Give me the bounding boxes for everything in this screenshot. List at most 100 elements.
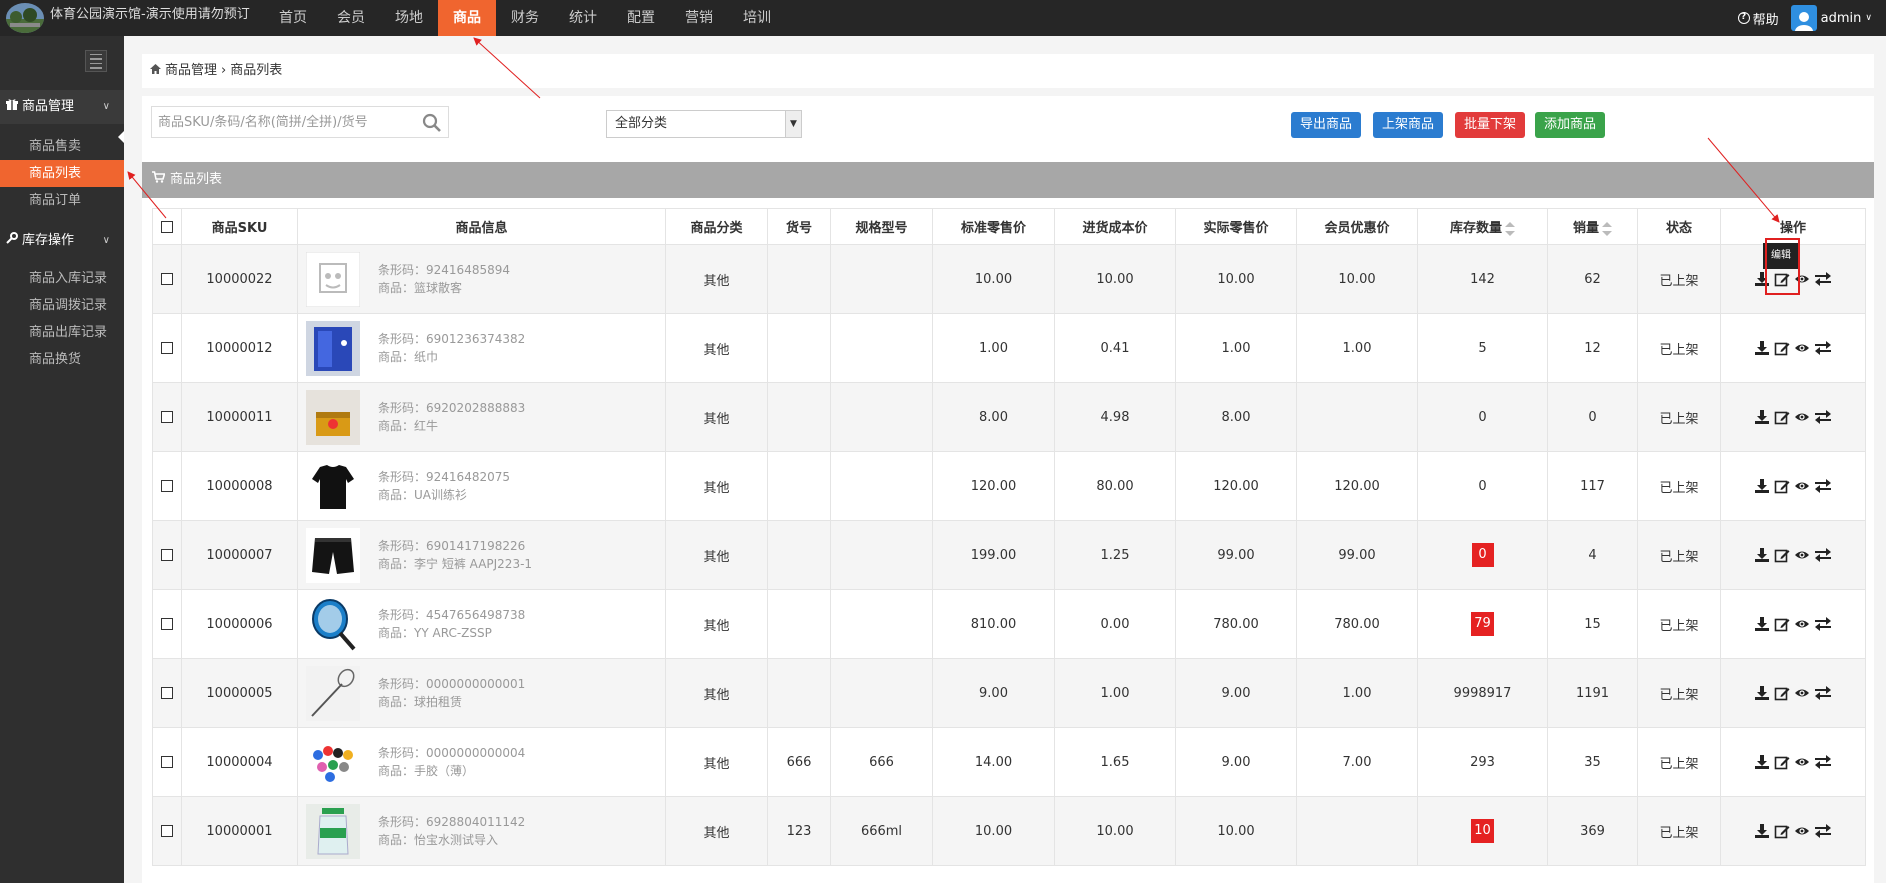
- edit-icon[interactable]: [1774, 823, 1790, 839]
- edit-icon[interactable]: [1774, 478, 1790, 494]
- nav-home[interactable]: 首页: [264, 0, 322, 36]
- search-icon[interactable]: [422, 113, 442, 133]
- product-thumbnail[interactable]: [306, 320, 360, 376]
- sidebar-group-inventory[interactable]: 库存操作 ∨: [0, 224, 124, 258]
- breadcrumb-root[interactable]: 商品管理: [165, 54, 217, 88]
- cell-spec: 666ml: [830, 796, 933, 866]
- stock-in-icon[interactable]: [1754, 616, 1770, 632]
- chevron-down-icon: ∨: [102, 101, 110, 112]
- sidebar-item-product-orders[interactable]: 商品订单: [0, 187, 124, 214]
- add-product-button[interactable]: 添加商品: [1535, 112, 1606, 138]
- sidebar-item-exchange[interactable]: 商品换货: [0, 346, 124, 373]
- row-checkbox[interactable]: [161, 480, 173, 492]
- view-icon[interactable]: [1794, 754, 1810, 770]
- search-input[interactable]: [152, 107, 412, 137]
- cell-retail-price: 1.00: [932, 313, 1055, 383]
- row-checkbox[interactable]: [161, 342, 173, 354]
- edit-icon[interactable]: [1774, 685, 1790, 701]
- sidebar-item-transfer[interactable]: 商品调拨记录: [0, 292, 124, 319]
- edit-icon[interactable]: [1774, 547, 1790, 563]
- stock-in-icon[interactable]: [1754, 823, 1770, 839]
- row-checkbox[interactable]: [161, 273, 173, 285]
- export-products-button[interactable]: 导出商品: [1291, 112, 1362, 138]
- stock-in-icon[interactable]: [1754, 685, 1770, 701]
- transfer-icon[interactable]: [1814, 616, 1832, 632]
- header-sales[interactable]: 销量: [1547, 208, 1638, 245]
- stock-in-icon[interactable]: [1754, 478, 1770, 494]
- cell-stock: 142: [1417, 244, 1548, 314]
- view-icon[interactable]: [1794, 616, 1810, 632]
- edit-icon[interactable]: [1774, 409, 1790, 425]
- product-barcode: 0000000000004: [426, 746, 526, 760]
- view-icon[interactable]: [1794, 823, 1810, 839]
- select-all-checkbox[interactable]: [161, 220, 173, 233]
- stock-in-icon[interactable]: [1754, 547, 1770, 563]
- nav-config[interactable]: 配置: [612, 0, 670, 36]
- row-checkbox[interactable]: [161, 618, 173, 630]
- nav-products[interactable]: 商品: [438, 0, 496, 36]
- view-icon[interactable]: [1794, 547, 1810, 563]
- cell-member-price: [1296, 796, 1418, 866]
- transfer-icon[interactable]: [1814, 478, 1832, 494]
- view-icon[interactable]: [1794, 409, 1810, 425]
- row-checkbox[interactable]: [161, 411, 173, 423]
- sidebar-group-product-management[interactable]: 商品管理 ∨: [0, 90, 124, 124]
- sidebar-item-stock-out[interactable]: 商品出库记录: [0, 319, 124, 346]
- view-icon[interactable]: [1794, 340, 1810, 356]
- stock-in-icon[interactable]: [1754, 340, 1770, 356]
- help-link[interactable]: ? 帮助: [1737, 9, 1779, 28]
- product-barcode: 4547656498738: [426, 608, 526, 622]
- row-checkbox[interactable]: [161, 825, 173, 837]
- transfer-icon[interactable]: [1814, 409, 1832, 425]
- sort-icon[interactable]: [1505, 221, 1515, 236]
- row-checkbox[interactable]: [161, 687, 173, 699]
- edit-icon[interactable]: [1774, 616, 1790, 632]
- transfer-icon[interactable]: [1814, 685, 1832, 701]
- nav-members[interactable]: 会员: [322, 0, 380, 36]
- stock-in-icon[interactable]: [1754, 754, 1770, 770]
- product-thumbnail[interactable]: [306, 251, 360, 307]
- cell-sales: 35: [1547, 727, 1638, 797]
- row-actions: [1721, 823, 1865, 839]
- batch-unshelve-button[interactable]: 批量下架: [1455, 112, 1526, 138]
- view-icon[interactable]: [1794, 478, 1810, 494]
- row-checkbox[interactable]: [161, 549, 173, 561]
- cell-actual-price: 8.00: [1175, 382, 1297, 452]
- nav-finance[interactable]: 财务: [496, 0, 554, 36]
- edit-icon[interactable]: [1774, 754, 1790, 770]
- product-thumbnail[interactable]: [306, 458, 360, 514]
- sidebar-item-product-list[interactable]: 商品列表: [0, 160, 124, 187]
- transfer-icon[interactable]: [1814, 340, 1832, 356]
- sort-icon[interactable]: [1602, 221, 1612, 236]
- edit-icon[interactable]: [1774, 340, 1790, 356]
- transfer-icon[interactable]: [1814, 547, 1832, 563]
- nav-marketing[interactable]: 营销: [670, 0, 728, 36]
- transfer-icon[interactable]: [1814, 271, 1832, 287]
- stock-in-icon[interactable]: [1754, 409, 1770, 425]
- transfer-icon[interactable]: [1814, 754, 1832, 770]
- product-thumbnail[interactable]: [306, 803, 360, 859]
- product-name: 篮球散客: [414, 281, 463, 295]
- shelve-products-button[interactable]: 上架商品: [1373, 112, 1444, 138]
- product-thumbnail[interactable]: [306, 665, 360, 721]
- nav-venues[interactable]: 场地: [380, 0, 438, 36]
- cell-sku: 10000012: [181, 313, 298, 383]
- nav-statistics[interactable]: 统计: [554, 0, 612, 36]
- product-thumbnail[interactable]: [306, 734, 360, 790]
- header-cost-price: 进货成本价: [1054, 208, 1176, 245]
- view-icon[interactable]: [1794, 685, 1810, 701]
- product-thumbnail[interactable]: [306, 389, 360, 445]
- cell-member-price: 1.00: [1296, 658, 1418, 728]
- user-menu[interactable]: admin ∨: [1790, 5, 1872, 31]
- nav-training[interactable]: 培训: [728, 0, 786, 36]
- row-checkbox[interactable]: [161, 756, 173, 768]
- sidebar-item-stock-in[interactable]: 商品入库记录: [0, 265, 124, 292]
- product-thumbnail[interactable]: [306, 527, 360, 583]
- category-select[interactable]: 全部分类 ▼: [606, 110, 802, 138]
- sidebar-item-product-sale[interactable]: 商品售卖: [0, 133, 124, 160]
- product-thumbnail[interactable]: [306, 596, 360, 652]
- cell-sales: 117: [1547, 451, 1638, 521]
- transfer-icon[interactable]: [1814, 823, 1832, 839]
- header-stock[interactable]: 库存数量: [1417, 208, 1548, 245]
- menu-toggle-icon[interactable]: [85, 50, 107, 72]
